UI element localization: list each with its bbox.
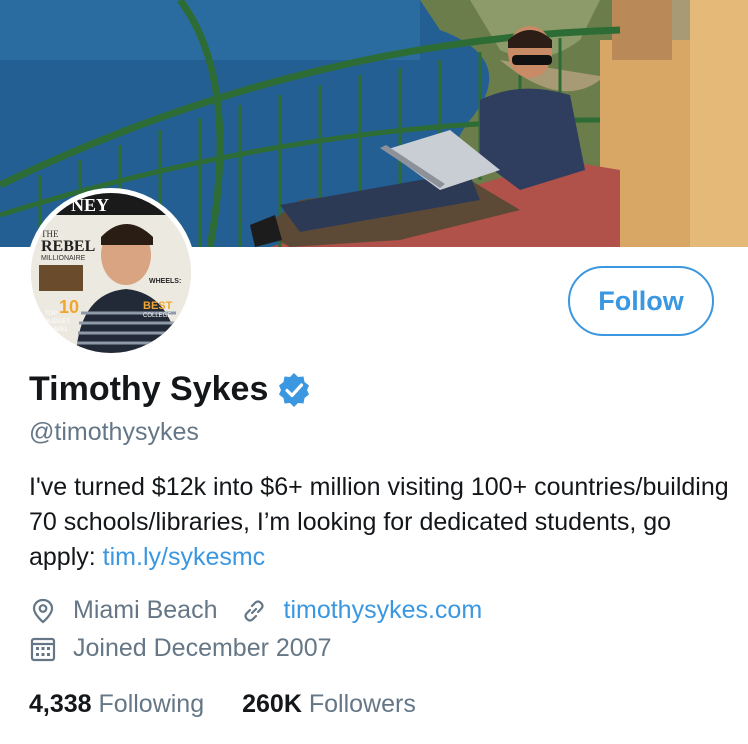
following-count: 4,338 (29, 690, 92, 718)
followers-count: 260K (242, 690, 302, 718)
calendar-icon (30, 637, 56, 661)
location-text: Miami Beach (73, 596, 218, 624)
magazine-side-text: WHEELS: (149, 278, 181, 285)
followers-stat[interactable]: 260K Followers (242, 690, 416, 719)
magazine-badge-big: 10 (59, 297, 79, 317)
magazine-badge-sub2: BUDGET (45, 319, 70, 325)
magazine-best-sub: COLLEGE (143, 313, 171, 319)
website-link[interactable]: timothysykes.com (284, 596, 483, 625)
following-label: Following (98, 690, 205, 718)
followers-label: Followers (308, 690, 416, 718)
bio: I've turned $12k into $6+ million visiti… (29, 470, 729, 575)
magazine-title-line3: MILLIONAIRE (41, 255, 86, 262)
location-website-row: Miami Beach timothysykes.com (29, 596, 482, 625)
magazine-badge-sub4: TIPS (45, 335, 58, 341)
magazine-title-line2: REBEL (41, 238, 95, 255)
magazine-best: BEST (143, 300, 173, 312)
location-pin-icon (32, 598, 54, 623)
avatar-image: NEY THE REBEL MILLIONAIRE WHEELS: 10 TOP… (31, 193, 191, 353)
following-stat[interactable]: 4,338 Following (29, 690, 204, 719)
display-name: Timothy Sykes (29, 370, 269, 408)
magazine-cover-photo: NEY THE REBEL MILLIONAIRE WHEELS: 10 TOP… (31, 193, 191, 353)
link-icon (243, 599, 264, 622)
bio-link[interactable]: tim.ly/sykesmc (103, 543, 266, 571)
avatar[interactable]: NEY THE REBEL MILLIONAIRE WHEELS: 10 TOP… (26, 188, 196, 358)
follow-stats: 4,338 Following 260K Followers (29, 690, 454, 719)
magazine-badge-sub3: TRAVEL (45, 327, 69, 333)
follow-button[interactable]: Follow (568, 266, 714, 336)
joined-text: Joined December 2007 (73, 634, 332, 662)
verified-badge-icon (279, 372, 310, 407)
user-handle: @timothysykes (29, 418, 199, 446)
joined-row: Joined December 2007 (29, 634, 332, 663)
magazine-badge-sub1: TOP (45, 311, 57, 317)
name-row: Timothy Sykes (29, 370, 312, 409)
magazine-header: NEY (71, 195, 109, 215)
